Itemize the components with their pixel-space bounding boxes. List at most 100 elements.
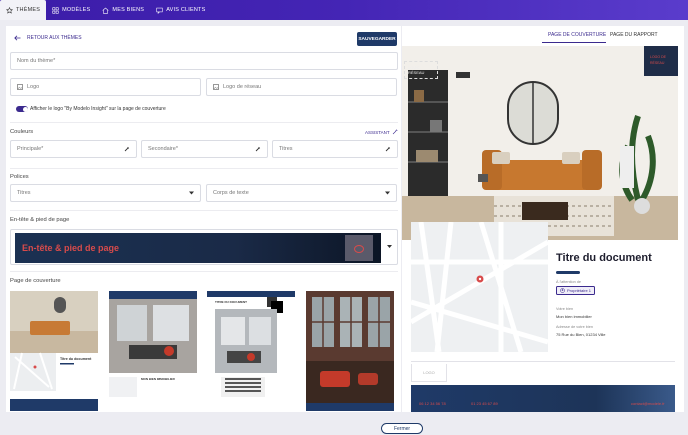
show-logo-toggle[interactable] [16,106,28,112]
cover-template-2-image [109,291,197,411]
preview-panel: PAGE DE COUVERTURE PAGE DU RAPPORT LOGO … [402,26,684,412]
footer-contact-2: 01 23 45 67 89 [471,401,498,406]
logo-placeholder: LOGO RÉSEAU [404,61,438,79]
cover-template-1-title: Titre du document [60,357,92,361]
tab-label: THÈMES [16,7,41,13]
cover-template-3-title: TITRE DU DOCUMENT [215,300,247,304]
assistant-label: ASSISTANT [365,129,390,135]
header-footer-select[interactable]: En-tête & pied de page [10,229,398,265]
header-footer-section-title: En-tête & pied de page [10,217,70,223]
address-label: Adresse de votre bien [556,325,593,329]
address-value: 75 Rue du Bien, 01234 Ville [556,332,606,337]
divider [10,210,398,211]
footer-logo-strip [411,361,675,385]
property-value: Mon bien immobilier [556,314,592,319]
titles-font-select[interactable]: Titres [10,184,201,202]
eyedropper-icon[interactable] [124,146,130,152]
living-room-image [402,46,678,240]
network-logo-label: Logo de réseau [223,84,262,90]
network-logo-upload-field[interactable]: Logo de réseau [206,78,397,96]
secondary-color-field[interactable]: Secondaire* [141,140,268,158]
secondary-color-label: Secondaire* [148,146,178,152]
caret-down-icon [387,245,392,248]
theme-name-placeholder: Nom du thème* [17,58,56,64]
grid-icon [52,6,59,14]
owner-chip: Propriétaire 1 [556,286,596,295]
fonts-section-title: Polices [10,174,29,180]
property-label: Votre bien [556,307,574,311]
tab-themes[interactable]: THÈMES [0,0,47,20]
cover-template-3[interactable]: TITRE DU DOCUMENT [207,291,295,411]
divider [10,168,398,169]
body-font-label: Corps de texte [213,190,249,196]
chat-icon [156,7,163,14]
caret-down-icon [385,191,390,195]
active-tab-indicator [542,42,606,43]
assistant-button[interactable]: ASSISTANT [365,129,398,135]
eyedropper-icon[interactable] [255,146,261,152]
image-icon [17,84,23,90]
title-underline [556,271,580,274]
logo-label: Logo [27,84,40,90]
eyedropper-icon[interactable] [385,146,391,152]
home-icon [102,7,109,14]
footer-logo-box: LOGO [411,364,447,382]
user-icon [560,288,565,293]
titles-color-field[interactable]: Titres [272,140,398,158]
cover-template-1-image [10,291,98,411]
cover-template-3-image [207,291,295,411]
theme-editor-panel: RETOUR AUX THÈMES SAUVEGARDER Nom du thè… [6,26,401,412]
back-label: RETOUR AUX THÈMES [27,35,82,41]
divider [10,271,398,272]
top-navigation: THÈMES MODÈLES MES BIENS AVIS CLIENTS [0,0,688,20]
cover-template-4[interactable] [306,291,394,411]
show-logo-toggle-label: Afficher le logo "By Modelo Insight" sur… [30,106,166,112]
tab-label: AVIS CLIENTS [166,7,206,13]
document-title: Titre du document [556,252,652,264]
cover-template-2-title: MON BIEN IMMOBILIER [141,377,175,381]
primary-color-label: Principale* [17,146,44,152]
footer-contact-1: 06 12 34 56 78 [419,401,446,406]
body-font-select[interactable]: Corps de texte [206,184,397,202]
attention-label: À l'attention de [556,280,582,284]
divider [10,122,398,123]
network-logo-badge: LOGO DE RÉSEAU [644,46,678,76]
save-button[interactable]: SAUVEGARDER [357,32,397,46]
map-preview [411,222,548,352]
header-footer-sample-text: En-tête & pied de page [22,243,120,253]
caret-down-icon [189,191,194,195]
tab-avis-clients[interactable]: AVIS CLIENTS [150,0,211,20]
close-button[interactable]: Fermer [381,423,423,434]
image-icon [213,84,219,90]
cover-template-1[interactable]: Titre du document [10,291,98,411]
magic-wand-icon [392,129,398,135]
header-footer-preview: En-tête & pied de page [15,233,381,263]
owner-name: Propriétaire 1 [567,288,592,293]
cover-section-title: Page de couverture [10,278,61,284]
arrow-left-icon [14,35,21,41]
footer-contact-3: contact@modele.fr [631,401,665,406]
tab-label: MODÈLES [62,7,91,13]
logo-upload-field[interactable]: Logo [10,78,201,96]
colors-section-title: Couleurs [10,129,34,135]
street-map-image [411,222,548,352]
titles-font-label: Titres [17,190,31,196]
tab-modeles[interactable]: MODÈLES [46,0,96,20]
badge-line-1: LOGO DE [650,55,666,59]
theme-name-input[interactable]: Nom du thème* [10,52,398,70]
tab-mes-biens[interactable]: MES BIENS [96,0,150,20]
primary-color-field[interactable]: Principale* [10,140,137,158]
tab-label: MES BIENS [112,7,145,13]
cover-photo: LOGO RÉSEAU LOGO DE RÉSEAU [402,46,678,240]
tab-cover-page[interactable]: PAGE DE COUVERTURE [548,32,606,38]
document-info-card: Titre du document À l'attention de Propr… [548,242,674,354]
cover-template-4-image [306,291,394,411]
header-footer-decoration [345,235,373,261]
cover-template-2[interactable]: MON BIEN IMMOBILIER [109,291,197,411]
preview-footer: 06 12 34 56 78 01 23 45 67 89 contact@mo… [411,385,675,412]
star-icon [6,6,13,14]
titles-color-label: Titres [279,146,293,152]
badge-line-2: RÉSEAU [650,61,665,65]
tab-report-page[interactable]: PAGE DU RAPPORT [610,32,658,38]
back-link[interactable]: RETOUR AUX THÈMES [14,35,82,41]
